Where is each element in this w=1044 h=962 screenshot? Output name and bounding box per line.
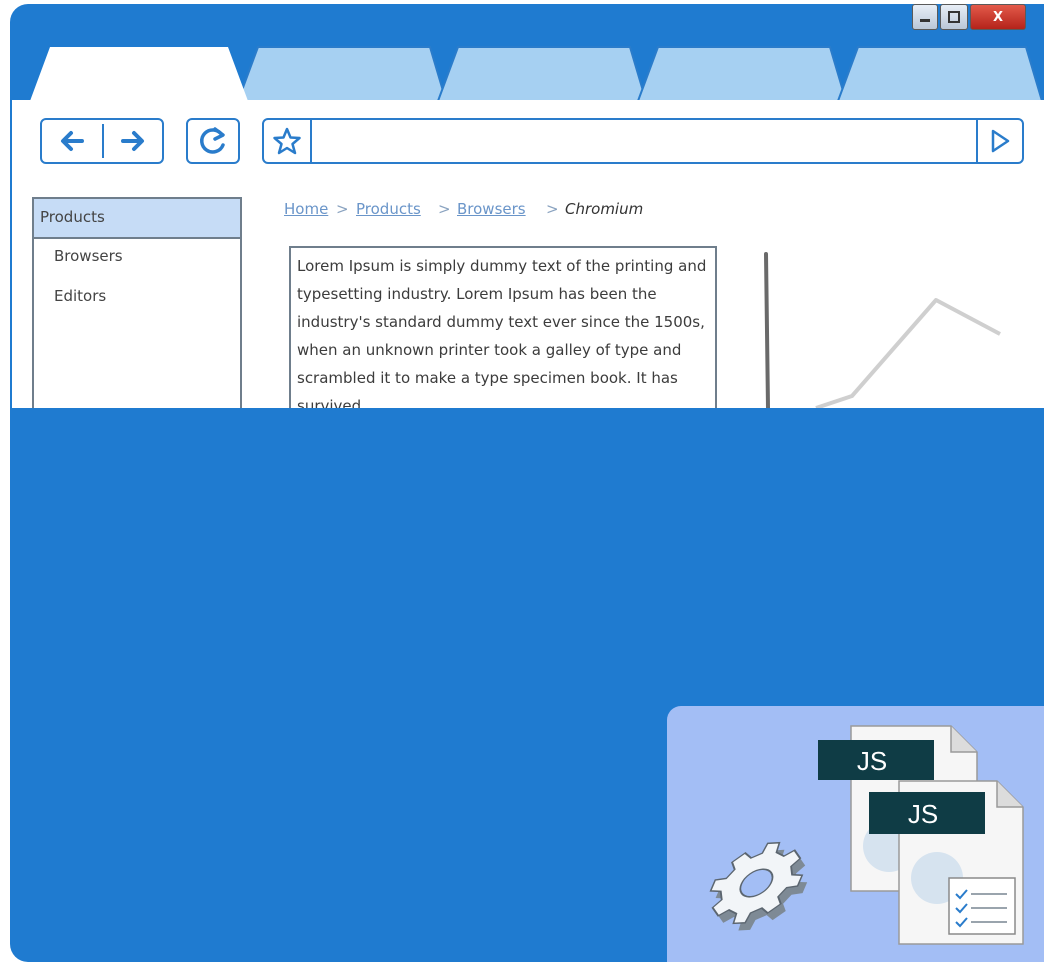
refresh-button[interactable] [186, 118, 240, 164]
address-bar [262, 118, 1024, 164]
chart-sketch [764, 252, 1001, 408]
js-badge-back-label: JS [857, 746, 887, 776]
breadcrumb-current: Chromium [565, 200, 644, 218]
tab-inactive-4[interactable] [636, 46, 848, 102]
breadcrumb-browsers[interactable]: Browsers [457, 200, 526, 218]
breadcrumb-separator: > [336, 200, 349, 218]
text-content-box: Lorem Ipsum is simply dummy text of the … [289, 246, 717, 408]
js-badge-front-label: JS [908, 799, 938, 829]
sidebar-item-label: Editors [54, 287, 107, 305]
gear-icon [709, 841, 808, 931]
play-icon [991, 129, 1010, 153]
back-forward-group [40, 118, 164, 164]
refresh-icon [200, 127, 225, 154]
star-icon [273, 127, 301, 155]
chart-line [815, 298, 1001, 408]
tab-inactive-5[interactable] [836, 46, 1044, 102]
back-button[interactable] [42, 120, 102, 162]
sidebar-item-editors[interactable]: Editors [34, 283, 240, 313]
tab-inactive-3[interactable] [436, 46, 648, 102]
breadcrumb-separator: > [546, 200, 559, 218]
js-files-thumbnail: JS JS [667, 706, 1044, 962]
checklist-icon [948, 877, 1016, 935]
forward-button[interactable] [104, 120, 162, 162]
tab-inactive-2[interactable] [236, 46, 448, 102]
arrow-right-icon [121, 131, 144, 151]
bookmark-button[interactable] [264, 120, 312, 162]
arrow-left-icon [61, 131, 84, 151]
sidebar-item-label: Browsers [54, 247, 123, 265]
breadcrumb-products[interactable]: Products [356, 200, 421, 218]
go-button[interactable] [976, 120, 1022, 162]
sidebar-item-products[interactable]: Products [34, 199, 240, 239]
js-config-illustration: JS JS [709, 725, 1024, 945]
sidebar-header-label: Products [40, 208, 105, 226]
lorem-paragraph: Lorem Ipsum is simply dummy text of the … [297, 257, 707, 408]
chart-axis [764, 252, 770, 408]
breadcrumb-separator: > [438, 200, 451, 218]
sidebar-item-browsers[interactable]: Browsers [34, 243, 240, 273]
tab-strip [12, 46, 1044, 108]
sidebar-nav: Products Browsers Editors [32, 197, 242, 408]
tab-strip-shapes [12, 46, 1044, 108]
breadcrumb-home[interactable]: Home [284, 200, 328, 218]
url-input[interactable] [314, 122, 978, 160]
